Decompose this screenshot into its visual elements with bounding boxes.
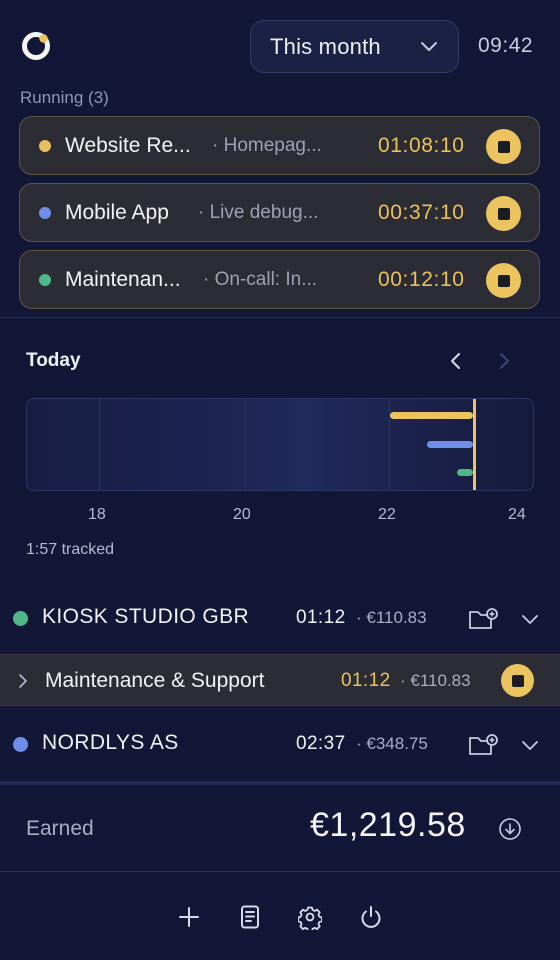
chevron-right-icon[interactable] [18,673,28,689]
chevron-right-icon[interactable] [496,352,512,370]
timer-task-name: · Homepag... [212,134,322,156]
stop-timer-button[interactable] [486,129,521,164]
axis-tick: 24 [508,506,526,523]
grid-line [99,399,100,490]
client-row[interactable]: KIOSK STUDIO GBR 01:12 · €110.83 [0,587,560,647]
running-timer[interactable]: Maintenan... · On-call: In... 00:12:10 [19,250,540,309]
timer-elapsed: 00:37:10 [378,200,465,224]
chevron-left-icon[interactable] [448,352,464,370]
client-time: 02:37 [296,733,346,754]
add-folder-icon[interactable] [468,733,498,757]
stop-icon [511,674,524,687]
divider [0,781,560,785]
power-icon[interactable] [359,904,383,930]
stop-icon [497,207,510,220]
download-icon[interactable] [498,817,522,841]
project-row[interactable]: Maintenance & Support 01:12 · €110.83 [0,654,560,706]
running-section-label: Running (3) [20,88,109,107]
client-color-dot [39,139,51,152]
add-folder-icon[interactable] [468,607,498,631]
axis-tick: 20 [233,506,251,523]
timer-project-name: Maintenan... [65,267,181,291]
client-color-dot [39,206,51,219]
divider [0,317,560,318]
client-amount: · €348.75 [356,734,428,753]
gear-icon[interactable] [298,904,322,930]
stop-icon [497,140,510,153]
day-timeline [26,398,534,491]
current-time-line [473,399,476,490]
earned-label: Earned [26,817,94,840]
stop-timer-button[interactable] [501,664,534,697]
client-amount: · €110.83 [356,608,427,627]
timer-elapsed: 00:12:10 [378,267,465,291]
timer-project-name: Website Re... [65,133,191,157]
timer-task-name: · On-call: In... [203,268,318,290]
grid-line [245,399,246,490]
project-time: 01:12 [341,670,391,691]
earned-value: €1,219.58 [310,806,466,844]
report-icon[interactable] [238,904,262,930]
clock: 09:42 [478,34,534,57]
client-name: KIOSK STUDIO GBR [42,605,250,628]
plus-icon[interactable] [177,904,201,930]
stop-timer-button[interactable] [486,196,521,231]
timer-task-name: · Live debug... [198,201,319,223]
project-amount: · €110.83 [400,671,471,690]
period-selector[interactable]: This month [250,20,459,73]
client-time: 01:12 [296,607,346,628]
client-name: NORDLYS AS [42,731,179,754]
timer-elapsed: 01:08:10 [378,133,465,157]
chevron-down-icon[interactable] [521,613,539,625]
today-title: Today [26,350,81,371]
client-row[interactable]: NORDLYS AS 02:37 · €348.75 [0,713,560,773]
stop-timer-button[interactable] [486,263,521,298]
client-color-dot [39,273,51,286]
divider [0,871,560,872]
stop-icon [497,274,510,287]
client-color-dot [13,611,28,626]
timer-project-name: Mobile App [65,200,169,224]
axis-tick: 22 [378,506,396,523]
chevron-down-icon [421,42,437,51]
tracked-total: 1:57 tracked [26,541,115,558]
project-name: Maintenance & Support [45,669,265,692]
axis-tick: 18 [88,506,106,523]
timeline-bar [427,441,473,448]
client-color-dot [13,737,28,752]
timeline-bar [390,412,473,419]
chevron-down-icon[interactable] [521,739,539,751]
app-logo-icon [20,30,52,62]
running-timer[interactable]: Website Re... · Homepag... 01:08:10 [19,116,540,175]
timeline-bar [457,469,473,476]
running-timer[interactable]: Mobile App · Live debug... 00:37:10 [19,183,540,242]
period-selector-label: This month [270,33,381,59]
